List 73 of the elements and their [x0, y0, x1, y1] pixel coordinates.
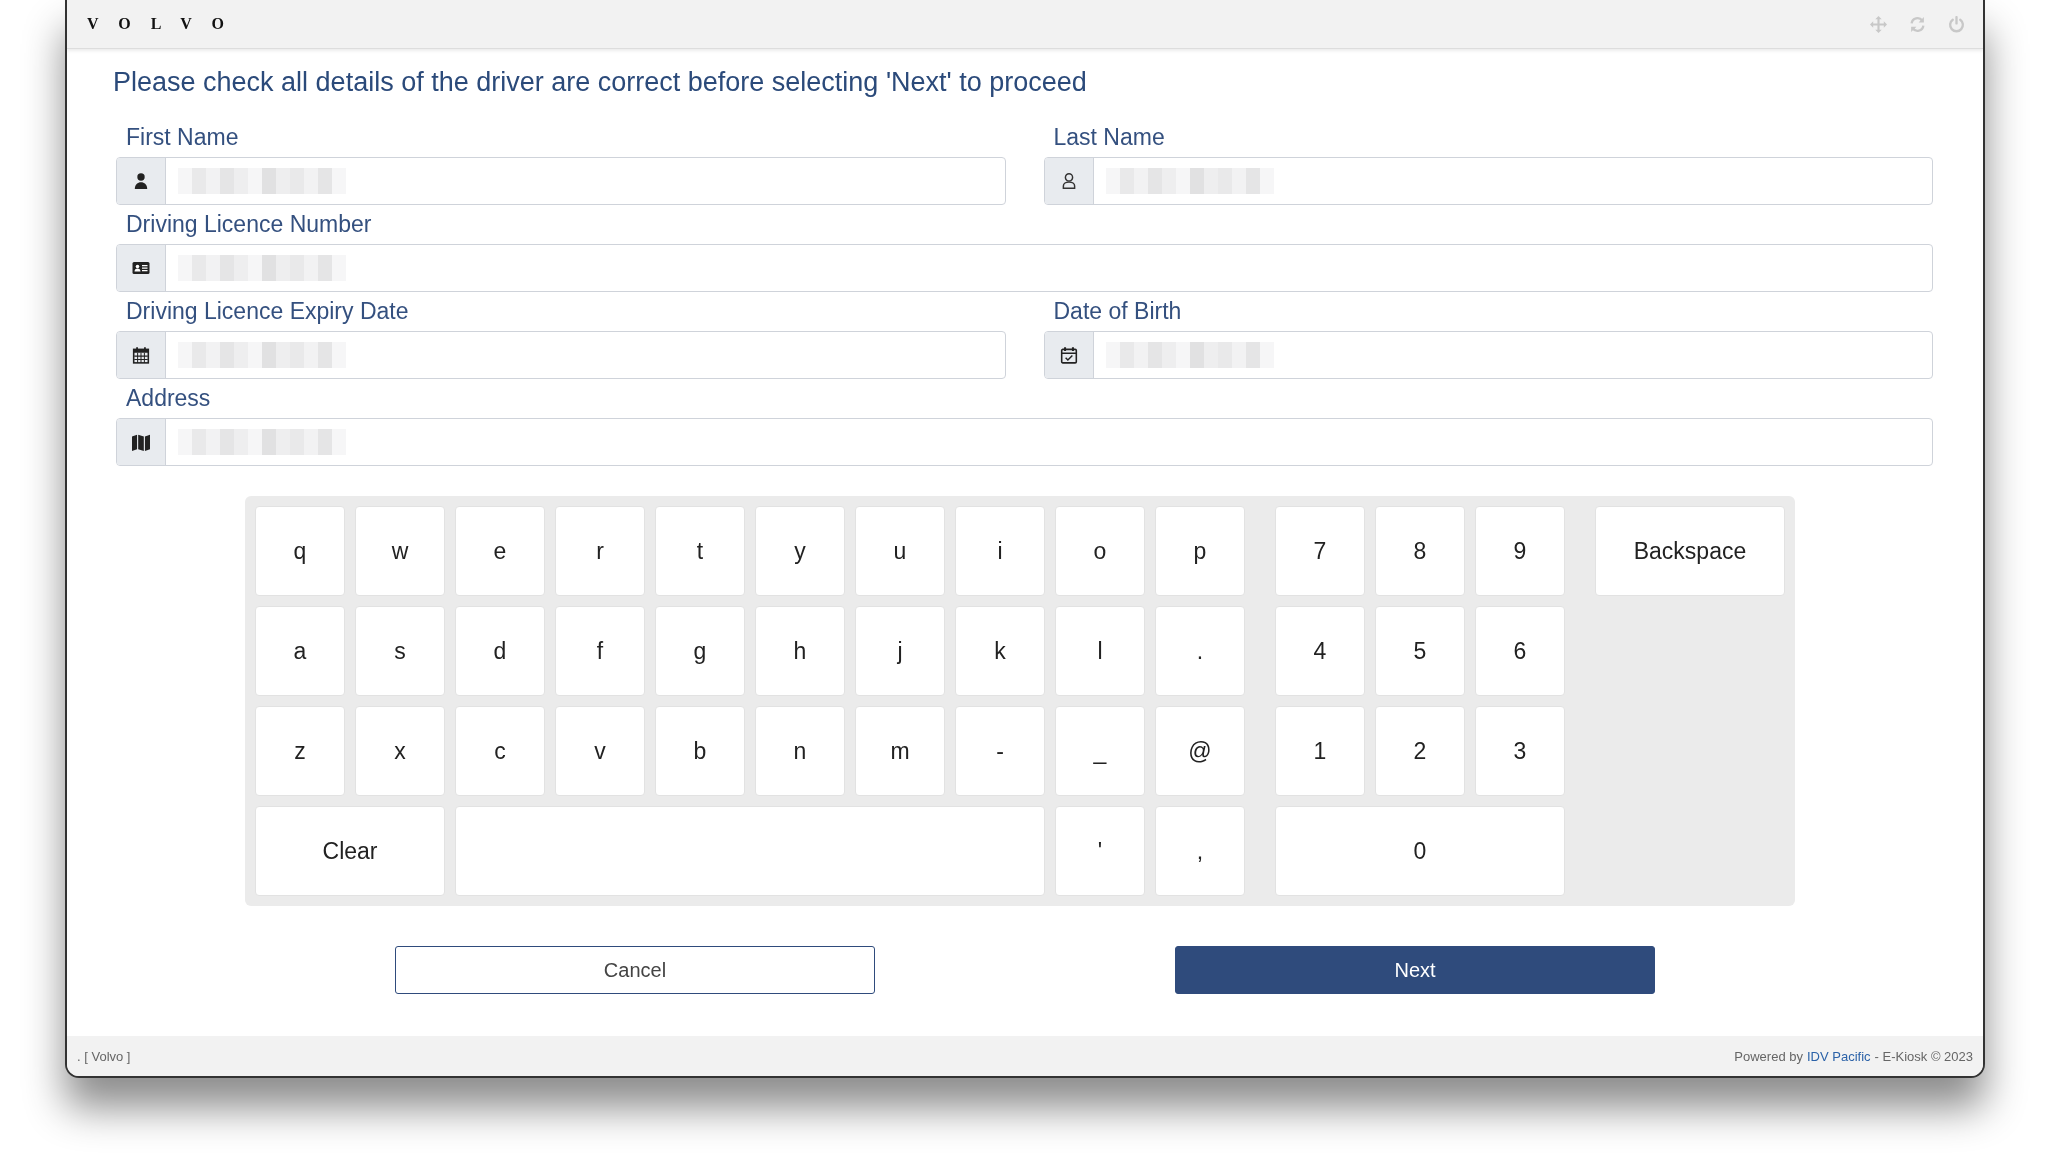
footer-text: . [ Volvo ] — [77, 1048, 131, 1064]
keyboard-key[interactable]: 0 — [1275, 806, 1565, 896]
footer-text: - E-Kiosk © 2023 — [1874, 1048, 1973, 1064]
keyboard-key[interactable]: 5 — [1375, 606, 1465, 696]
keyboard-key[interactable]: 7 — [1275, 506, 1365, 596]
keyboard-key[interactable]: i — [955, 506, 1045, 596]
space-key[interactable] — [455, 806, 1045, 896]
person-icon — [132, 172, 150, 190]
keyboard-key[interactable]: 3 — [1475, 706, 1565, 796]
keyboard-key[interactable]: s — [355, 606, 445, 696]
input-field[interactable] — [116, 244, 1933, 292]
instruction-text: Please check all details of the driver are correct before selecting 'Next' to proceed — [113, 67, 1088, 98]
keyboard-key[interactable]: z — [255, 706, 345, 796]
input-field[interactable] — [116, 331, 1006, 379]
footer-text: Powered by — [1734, 1048, 1803, 1064]
keyboard-key[interactable]: _ — [1055, 706, 1145, 796]
keyboard-key[interactable]: t — [655, 506, 745, 596]
keyboard-key[interactable]: 1 — [1275, 706, 1365, 796]
field-label: Address — [125, 384, 212, 413]
keyboard-key[interactable]: Clear — [255, 806, 445, 896]
field-label: Last Name — [1052, 123, 1166, 152]
keyboard-key[interactable]: n — [755, 706, 845, 796]
keyboard-key[interactable]: p — [1155, 506, 1245, 596]
keyboard-key[interactable]: ' — [1055, 806, 1145, 896]
keyboard-key[interactable]: w — [355, 506, 445, 596]
input-field[interactable] — [1043, 331, 1933, 379]
keyboard-key[interactable]: l — [1055, 606, 1145, 696]
keyboard-key[interactable]: g — [655, 606, 745, 696]
keyboard-key[interactable]: , — [1155, 806, 1245, 896]
field-label: Driving Licence Number — [125, 210, 373, 239]
keyboard-key[interactable]: o — [1055, 506, 1145, 596]
backspace-key[interactable]: Backspace — [1595, 506, 1785, 596]
input-field[interactable] — [1043, 157, 1933, 205]
keyboard-key[interactable]: k — [955, 606, 1045, 696]
refresh-icon[interactable] — [1909, 15, 1926, 33]
field-label: Driving Licence Expiry Date — [125, 297, 410, 326]
keyboard-key[interactable]: y — [755, 506, 845, 596]
input-field[interactable] — [116, 157, 1006, 205]
keyboard-key[interactable]: c — [455, 706, 545, 796]
keyboard-key[interactable]: x — [355, 706, 445, 796]
footer-link[interactable]: IDV Pacific — [1806, 1048, 1871, 1064]
map-icon — [132, 433, 150, 451]
keyboard-key[interactable]: 6 — [1475, 606, 1565, 696]
keyboard-key[interactable]: 4 — [1275, 606, 1365, 696]
keyboard-key[interactable]: 9 — [1475, 506, 1565, 596]
keyboard-key[interactable]: b — [655, 706, 745, 796]
keyboard-key[interactable]: r — [555, 506, 645, 596]
keyboard-key[interactable]: q — [255, 506, 345, 596]
logo: V O L V O — [87, 15, 232, 33]
calendar-check-icon — [1059, 346, 1078, 364]
keyboard-key[interactable]: @ — [1155, 706, 1245, 796]
keyboard-key[interactable]: 2 — [1375, 706, 1465, 796]
id-card-icon — [132, 259, 150, 277]
keyboard-key[interactable]: 8 — [1375, 506, 1465, 596]
keyboard-key[interactable]: d — [455, 606, 545, 696]
field-label: Date of Birth — [1052, 297, 1183, 326]
keyboard-key[interactable]: . — [1155, 606, 1245, 696]
keyboard-key[interactable]: u — [855, 506, 945, 596]
keyboard-key[interactable]: h — [755, 606, 845, 696]
field-label: First Name — [125, 123, 240, 152]
keyboard-key[interactable]: e — [455, 506, 545, 596]
input-field[interactable] — [116, 418, 1933, 466]
cancel-button[interactable]: Cancel — [395, 946, 875, 994]
power-icon[interactable] — [1948, 15, 1965, 33]
move-icon[interactable] — [1870, 15, 1887, 33]
keyboard-key[interactable]: m — [855, 706, 945, 796]
keyboard-key[interactable]: a — [255, 606, 345, 696]
keyboard-key[interactable]: f — [555, 606, 645, 696]
keyboard-key[interactable]: v — [555, 706, 645, 796]
keyboard-key[interactable]: j — [855, 606, 945, 696]
next-button[interactable]: Next — [1175, 946, 1655, 994]
calendar-icon — [132, 346, 150, 364]
keyboard-key[interactable]: - — [955, 706, 1045, 796]
